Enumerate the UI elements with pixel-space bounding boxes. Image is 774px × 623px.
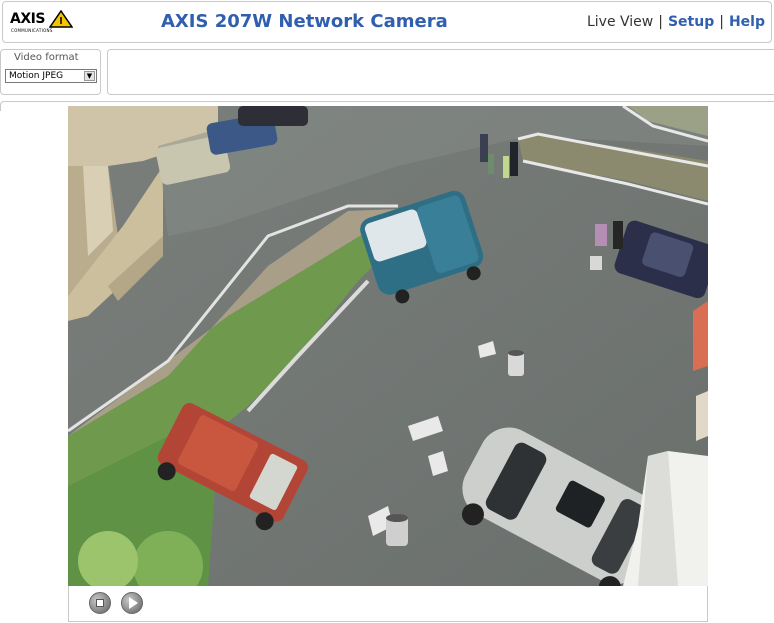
video-format-select[interactable]: Motion JPEG ▼ [5,69,97,83]
header-bar: AXIS COMMUNICATIONS AXIS 207W Network Ca… [2,1,772,43]
video-controls [68,586,708,622]
nav-help[interactable]: Help [729,14,765,30]
stop-icon [96,599,104,607]
logo-subtext: COMMUNICATIONS [11,28,53,33]
nav-separator: | [658,14,663,30]
video-format-label: Video format [14,52,79,63]
play-icon [129,597,138,609]
video-format-panel: Video format Motion JPEG ▼ [0,49,101,95]
nav-live-view[interactable]: Live View [587,14,653,30]
page-title: AXIS 207W Network Camera [161,11,448,32]
nav-setup[interactable]: Setup [668,14,714,30]
live-video-image [68,106,708,586]
nav-separator: | [719,14,724,30]
stop-button[interactable] [89,592,111,614]
chevron-down-icon[interactable]: ▼ [84,71,95,81]
axis-logo[interactable]: AXIS COMMUNICATIONS [10,10,74,36]
info-panel [107,49,774,95]
top-nav: Live View | Setup | Help [587,14,765,30]
camera-scene [68,106,708,586]
logo-text: AXIS [10,11,45,27]
video-format-value: Motion JPEG [9,71,64,81]
logo-triangle-icon [49,10,73,28]
play-button[interactable] [121,592,143,614]
